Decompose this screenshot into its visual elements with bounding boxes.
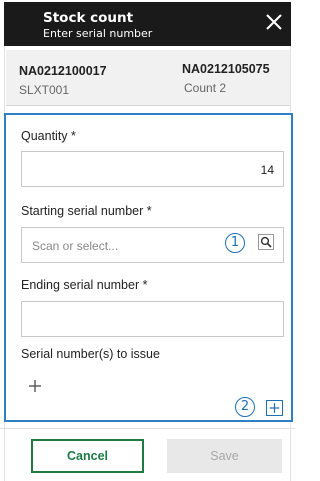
footer-divider — [0, 428, 295, 429]
quantity-field[interactable]: 14 — [21, 151, 284, 187]
quantity-label: Quantity * — [21, 129, 76, 143]
dialog-title: Stock count — [43, 10, 134, 26]
add-serial-icon[interactable] — [28, 379, 42, 393]
ending-serial-label: Ending serial number * — [21, 278, 148, 292]
cancel-button[interactable]: Cancel — [31, 439, 144, 473]
close-icon[interactable] — [264, 12, 284, 32]
item-number: NA0212100017 — [19, 64, 107, 78]
search-icon[interactable] — [258, 234, 274, 250]
callout-marker-2: 2 — [235, 397, 255, 417]
count-label: Count 2 — [184, 81, 227, 95]
serial-form: Quantity * 14 Starting serial number * S… — [4, 113, 293, 422]
add-row-icon[interactable] — [266, 400, 283, 416]
dialog-header: Stock count Enter serial number — [4, 2, 291, 46]
ending-serial-input[interactable] — [21, 301, 284, 337]
quantity-value: 14 — [260, 163, 274, 177]
count-number: NA0212105075 — [182, 62, 270, 76]
item-summary: NA0212100017 SLXT001 NA0212105075 Count … — [6, 50, 290, 106]
save-button[interactable]: Save — [167, 439, 282, 473]
starting-serial-placeholder: Scan or select... — [32, 239, 119, 253]
serials-to-issue-label: Serial number(s) to issue — [21, 347, 160, 361]
dialog-subtitle: Enter serial number — [43, 27, 153, 40]
starting-serial-label: Starting serial number * — [21, 204, 152, 218]
item-code: SLXT001 — [19, 83, 70, 97]
callout-marker-1: 1 — [225, 233, 245, 253]
